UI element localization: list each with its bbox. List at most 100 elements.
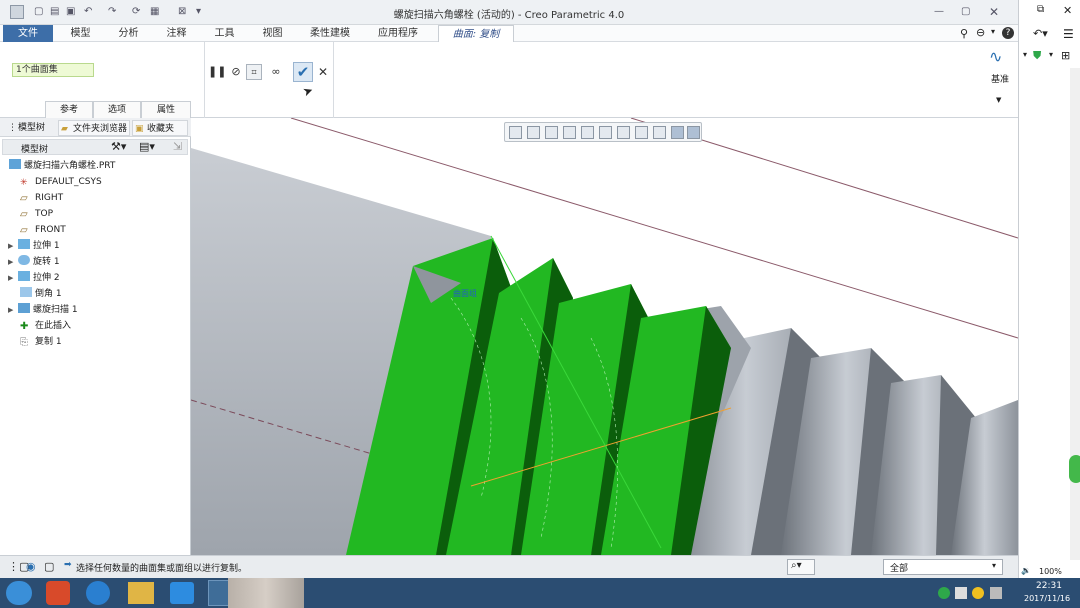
bolt-3d-model: 曲面组 <box>191 118 1018 555</box>
expand-arrow-icon[interactable]: ▶ <box>8 239 18 253</box>
tray-icon[interactable] <box>938 587 950 599</box>
browser-toggle-icon[interactable]: ◉ <box>26 560 36 573</box>
tray-icon[interactable] <box>955 587 967 599</box>
chevron-down-icon[interactable]: ▾ <box>991 27 995 36</box>
tree-header: 模型树 ⚒▾ ▤▾ ⇲ <box>2 139 188 155</box>
find-icon[interactable]: ⌕▾ <box>787 559 815 575</box>
panel-tab-model-tree[interactable]: ⋮ 模型树 <box>4 120 54 136</box>
graphics-viewport[interactable]: 曲面组 <box>191 118 1018 555</box>
tab-applications[interactable]: 应用程序 <box>364 25 432 42</box>
view-manager-icon[interactable] <box>617 126 630 139</box>
command-search-icon[interactable]: ⊖ <box>976 26 985 39</box>
close-icon[interactable]: ✕ <box>1063 4 1072 17</box>
panel-tab-references[interactable]: 参考 <box>45 101 93 118</box>
full-screen-icon[interactable]: ▢ <box>44 560 54 573</box>
tree-item-front[interactable]: ▱ FRONT <box>20 223 66 237</box>
tab-annotate[interactable]: 注释 <box>154 25 199 42</box>
expand-arrow-icon[interactable]: ▶ <box>8 255 18 269</box>
tree-item-csys[interactable]: ✳ DEFAULT_CSYS <box>20 175 102 189</box>
zoom-level: 100% <box>1039 567 1062 576</box>
blurred-region <box>228 578 304 608</box>
surface-set-tag: 曲面组 <box>453 288 477 298</box>
repaint-icon[interactable] <box>563 126 576 139</box>
start-button[interactable] <box>6 581 32 605</box>
datum-label[interactable]: 基准 <box>991 72 1009 85</box>
tab-analysis[interactable]: 分析 <box>106 25 151 42</box>
tree-settings-icon[interactable]: ⚒▾ <box>111 140 126 153</box>
tree-item-right[interactable]: ▱ RIGHT <box>20 191 63 205</box>
status-message: 选择任何数量的曲面集或面组以进行复制。 <box>76 564 248 574</box>
panel-tab-options[interactable]: 选项 <box>93 101 141 118</box>
clock-time: 22:31 <box>1036 581 1062 591</box>
close-icon[interactable]: ✕ <box>989 5 999 19</box>
annotation-display-icon[interactable] <box>671 126 684 139</box>
preview-icon[interactable]: ⌗ <box>246 64 262 80</box>
no-preview-icon[interactable]: ⊘ <box>228 64 244 80</box>
undo-icon[interactable]: ↶▾ <box>1033 27 1048 40</box>
saved-orientations-icon[interactable] <box>599 126 612 139</box>
surface-set-selector[interactable]: 1个曲面集 <box>12 63 94 77</box>
perspective-view-icon[interactable] <box>635 126 648 139</box>
expand-arrow-icon[interactable]: ▶ <box>8 271 18 285</box>
apps-grid-icon[interactable]: ⊞ <box>1061 49 1070 62</box>
maximize-icon[interactable]: ▢ <box>961 5 970 19</box>
refit-icon[interactable] <box>509 126 522 139</box>
datum-sketch-icon[interactable]: ∿ <box>989 47 1002 66</box>
tab-view[interactable]: 视图 <box>250 25 295 42</box>
pause-icon[interactable]: ❚❚ <box>208 64 226 80</box>
tree-show-icon[interactable]: ▤▾ <box>139 140 155 153</box>
verify-mode-icon[interactable]: ∞ <box>266 64 286 80</box>
floating-widget[interactable] <box>1069 455 1080 483</box>
player-icon[interactable] <box>170 582 194 604</box>
tree-item-extrude-1[interactable]: ▶ 拉伸 1 <box>8 239 60 253</box>
scrollbar[interactable] <box>1070 68 1080 560</box>
extrude-icon <box>18 239 30 249</box>
folder-icon[interactable] <box>128 582 154 604</box>
app-icon[interactable] <box>46 581 70 605</box>
part-icon <box>9 159 21 169</box>
zoom-out-icon[interactable] <box>545 126 558 139</box>
search-icon[interactable]: ⚲ <box>960 27 968 40</box>
tree-item-helical-sweep-1[interactable]: ▶ 螺旋扫描 1 <box>8 303 78 317</box>
tree-item-revolve-1[interactable]: ▶ 旋转 1 <box>8 255 60 269</box>
restore-icon[interactable]: ⧉ <box>1037 4 1044 15</box>
tab-flexible-modeling[interactable]: 柔性建模 <box>298 25 362 42</box>
expand-arrow-icon[interactable]: ▶ <box>8 303 18 317</box>
confirm-checkmark-icon[interactable]: ✔ <box>293 62 313 82</box>
cancel-x-icon[interactable]: ✕ <box>315 64 331 80</box>
panel-tab-favorites[interactable]: ▣ 收藏夹 <box>132 120 188 136</box>
panel-tab-properties[interactable]: 属性 <box>141 101 191 118</box>
tab-tools[interactable]: 工具 <box>202 25 247 42</box>
menu-icon[interactable]: ☰ <box>1063 27 1074 41</box>
browser-icon[interactable] <box>86 581 110 605</box>
ribbon-tab-bar: 文件 模型 分析 注释 工具 视图 柔性建模 应用程序 曲面: 复制 ⚲ ⊖ ▾… <box>0 25 1018 42</box>
chevron-down-icon: ▾ <box>1049 50 1054 59</box>
chevron-down-icon[interactable]: ▼ <box>996 96 1001 104</box>
display-style-icon[interactable] <box>581 126 594 139</box>
tree-filter-icon[interactable]: ⇲ <box>173 140 182 153</box>
panel-tab-folder-browser[interactable]: ▰ 文件夹浏览器 <box>58 120 130 136</box>
tray-icon[interactable] <box>972 587 984 599</box>
mouse-pointer-icon: ➤ <box>300 82 316 100</box>
tray-icon[interactable] <box>990 587 1002 599</box>
selection-filter-dropdown[interactable]: 全部 ▾ <box>883 559 1003 575</box>
tree-item-chamfer-1[interactable]: 倒角 1 <box>20 287 62 301</box>
minimize-icon[interactable]: — <box>934 5 944 19</box>
chamfer-icon <box>20 287 32 297</box>
tab-model[interactable]: 模型 <box>58 25 103 42</box>
tab-file[interactable]: 文件 <box>3 25 53 42</box>
help-icon[interactable]: ? <box>1002 27 1014 39</box>
tree-item-root[interactable]: 螺旋扫描六角螺栓.PRT <box>9 159 115 173</box>
tree-item-top[interactable]: ▱ TOP <box>20 207 53 221</box>
window-title: 螺旋扫描六角螺栓 (活动的) - Creo Parametric 4.0 <box>393 10 625 21</box>
tree-item-insert-here[interactable]: ✚ 在此插入 <box>20 319 71 333</box>
tree-item-extrude-2[interactable]: ▶ 拉伸 2 <box>8 271 60 285</box>
tab-surface-copy[interactable]: 曲面: 复制 <box>438 25 514 42</box>
tree-header-title: 模型树 <box>21 145 49 155</box>
speaker-icon[interactable]: 🔉 <box>1021 566 1031 575</box>
shield-icon[interactable]: ⛊ <box>1033 49 1041 63</box>
datum-display-filter-icon[interactable] <box>653 126 666 139</box>
tree-item-copy-1[interactable]: ⎘ 复制 1 <box>20 335 62 349</box>
zoom-in-icon[interactable] <box>527 126 540 139</box>
spin-center-icon[interactable] <box>687 126 700 139</box>
